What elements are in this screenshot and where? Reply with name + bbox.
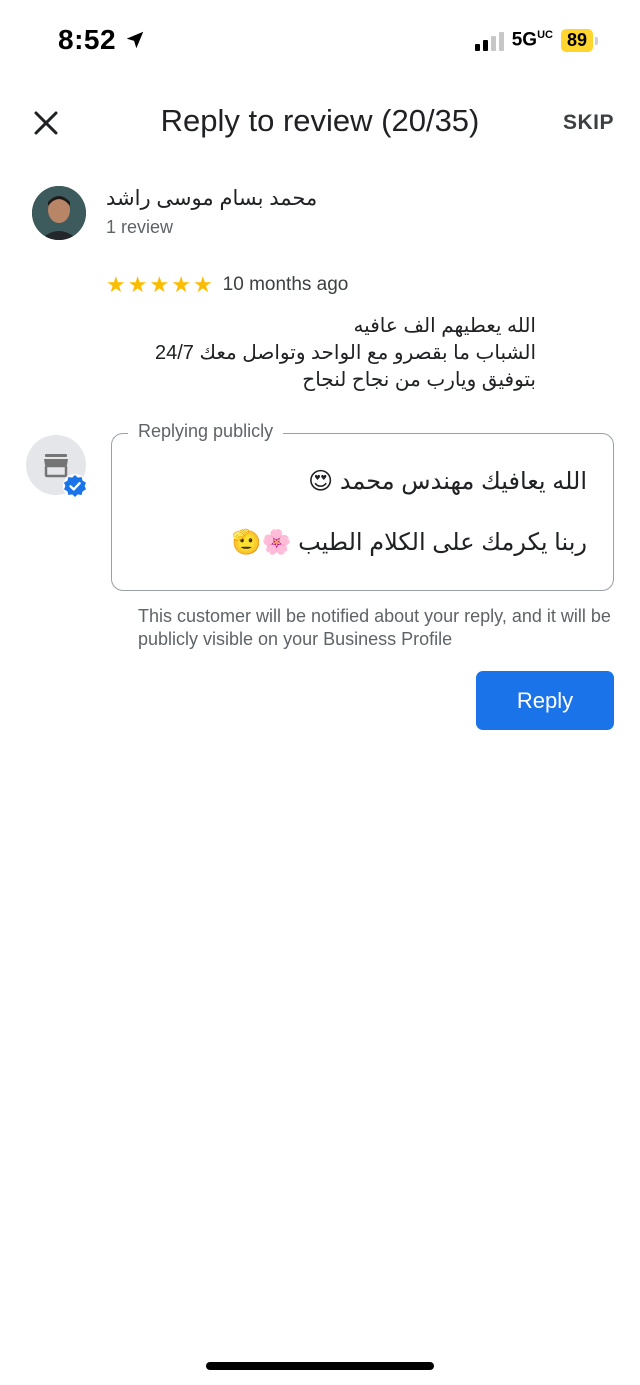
battery-tip xyxy=(595,36,598,45)
reviewer-info: محمد بسام موسى راشد 1 review xyxy=(32,186,612,246)
time-label: 8:52 xyxy=(58,24,117,55)
star-icon: ★ xyxy=(106,272,126,297)
star-icon: ★ xyxy=(192,272,213,297)
page-title: Reply to review (20/35) xyxy=(160,103,480,138)
star-icon: ★ xyxy=(171,272,191,297)
status-bar: 8:52 5GUC 89 xyxy=(0,0,640,85)
status-indicators: 5GUC 89 xyxy=(474,29,598,52)
skip-button[interactable]: SKIP xyxy=(563,111,614,135)
reply-legend: Replying publicly xyxy=(128,421,284,442)
signal-strength-icon xyxy=(474,31,504,51)
star-icon: ★ xyxy=(149,272,170,297)
reviewer-avatar[interactable] xyxy=(32,186,86,240)
reply-text-line: ربنا يكرمك على الكلام الطيب 🌸🫡 xyxy=(231,529,587,556)
rating-row: ★ ★ ★ ★ ★ 10 months ago xyxy=(106,274,348,296)
review-text-line: الله يعطيهم الف عافيه xyxy=(353,315,536,337)
reviewer-name[interactable]: محمد بسام موسى راشد xyxy=(106,186,317,211)
star-rating: ★ ★ ★ ★ ★ xyxy=(106,274,213,296)
star-icon: ★ xyxy=(127,272,148,297)
battery-level: 89 xyxy=(560,29,593,52)
reply-text-line: الله يعافيك مهندس محمد 😍 xyxy=(308,468,587,495)
network-label: 5GUC xyxy=(511,29,553,51)
reply-textarea[interactable]: Replying publicly الله يعافيك مهندس محمد… xyxy=(111,421,614,591)
network-suffix: UC xyxy=(537,29,553,42)
verified-badge-icon xyxy=(63,474,87,498)
avatar-image xyxy=(32,186,86,240)
review-time: 10 months ago xyxy=(222,274,349,295)
reply-notice: This customer will be notified about you… xyxy=(138,606,611,649)
reviewer-review-count: 1 review xyxy=(106,217,174,237)
reply-to-review-screen: 8:52 5GUC 89 Reply to review (20/35) SKI… xyxy=(0,0,640,1385)
review-text-line: بتوفيق ويارب من نجاح لنجاح xyxy=(302,369,536,391)
location-arrow-icon xyxy=(126,31,144,49)
review-text-line: الشباب ما بقصرو مع الواحد وتواصل معك 24/… xyxy=(154,342,536,364)
header: Reply to review (20/35) SKIP xyxy=(0,95,640,155)
home-indicator[interactable] xyxy=(206,1362,434,1370)
reply-button[interactable]: Reply xyxy=(476,671,614,730)
status-time: 8:52 xyxy=(58,24,146,56)
review-text: الله يعطيهم الف عافيه الشباب ما بقصرو مع… xyxy=(106,313,536,394)
